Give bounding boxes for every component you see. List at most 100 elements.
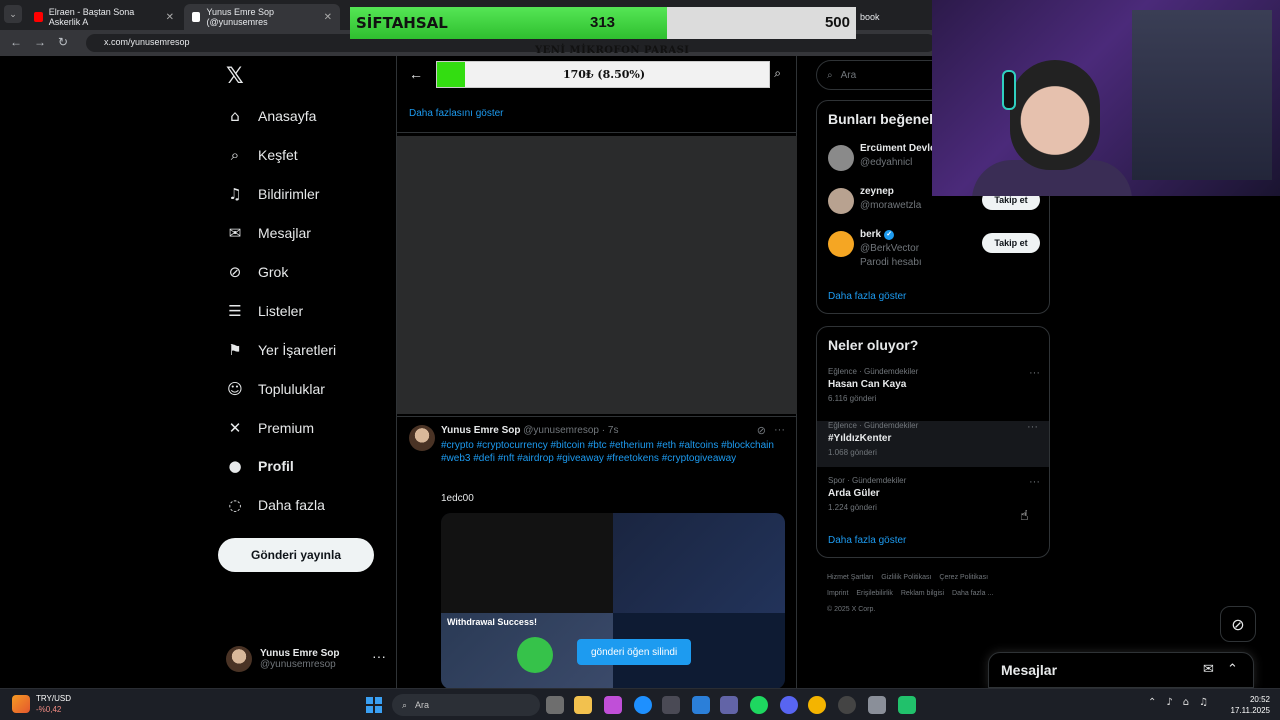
close-tab-icon[interactable]: ✕ <box>166 12 174 23</box>
nav-item-premium[interactable]: ✕ Premium <box>226 416 314 440</box>
nav-label: Grok <box>258 264 289 280</box>
store-icon[interactable] <box>662 696 680 714</box>
volume-icon[interactable]: ♫ <box>1199 697 1208 708</box>
trend-item[interactable]: Eğlence · Gündemdekiler #YıldızKenter 1.… <box>817 421 1049 467</box>
trend-item[interactable]: Eğlence · Gündemdekiler Hasan Can Kaya 6… <box>828 367 1040 413</box>
new-message-icon[interactable]: ✉ <box>1203 662 1214 677</box>
whatsapp-icon[interactable] <box>898 696 916 714</box>
show-more-link[interactable]: Daha fazlasını göster <box>409 108 504 119</box>
browser-tab-facebook[interactable]: book <box>852 4 932 30</box>
nav-item-lists[interactable]: ☰ Listeler <box>226 299 303 323</box>
bell-icon: ♫ <box>228 185 242 203</box>
currency-widget-icon <box>12 695 30 713</box>
tab-title: book <box>860 12 880 22</box>
nav-item-grok[interactable]: ⊘ Grok <box>226 260 289 284</box>
search-placeholder: Ara <box>840 69 857 81</box>
nav-item-profile[interactable]: ● Profil <box>226 454 293 478</box>
post-button[interactable]: Gönderi yayınla <box>218 538 374 572</box>
trend-count: 1.224 gönderi <box>828 503 877 512</box>
close-tab-icon[interactable]: ✕ <box>324 12 332 23</box>
settings-icon[interactable] <box>868 696 886 714</box>
home-icon: ⌂ <box>230 107 240 125</box>
trend-item[interactable]: Spor · Gündemdekiler Arda Güler 1.224 gö… <box>828 476 1040 522</box>
nav-item-bookmarks[interactable]: ⚑ Yer İşaretleri <box>226 338 336 362</box>
avatar <box>226 646 252 672</box>
forward-arrow-icon[interactable]: → <box>34 35 46 49</box>
trend-count: 6.116 gönderi <box>828 394 877 403</box>
footer-link[interactable]: Imprint <box>827 590 848 597</box>
task-view-icon[interactable] <box>546 696 564 714</box>
search-icon: ⌕ <box>827 69 833 81</box>
follow-suggestion[interactable]: berk ✓ @BerkVector Parodi hesabı Takip e… <box>828 229 1040 275</box>
avatar[interactable] <box>409 425 435 451</box>
nav-label: Keşfet <box>258 147 298 163</box>
trend-title: Hasan Can Kaya <box>828 379 907 390</box>
tweet-author-handle: @yunusemresop <box>523 425 599 436</box>
image-caption: Withdrawal Success! <box>447 617 537 627</box>
footer-link[interactable]: Hizmet Şartları <box>827 574 873 581</box>
nav-item-communities[interactable]: ☺ Topluluklar <box>226 377 325 401</box>
tweet-author-name[interactable]: Yunus Emre Sop <box>441 425 520 436</box>
back-arrow-icon[interactable]: ← <box>10 35 22 49</box>
user-name-row: berk ✓ <box>860 229 895 240</box>
network-icon[interactable]: ⌂ <box>1183 697 1189 708</box>
more-dots-icon[interactable]: ··· <box>1029 367 1040 379</box>
nav-item-explore[interactable]: ⌕ Keşfet <box>226 143 298 167</box>
reload-icon[interactable]: ↻ <box>58 35 68 49</box>
clock-date: 17.11.2025 <box>1230 706 1270 715</box>
tweet-image[interactable]: Withdrawal Success! gönderi öğen silindi <box>441 513 785 689</box>
obs-icon[interactable] <box>838 696 856 714</box>
footer-link[interactable]: Erişilebilirlik <box>856 590 893 597</box>
edge-icon[interactable] <box>634 696 652 714</box>
headset-icon <box>1002 70 1016 110</box>
file-explorer-icon[interactable] <box>574 696 592 714</box>
grok-fab-icon[interactable]: ⊘ <box>1220 606 1256 642</box>
nav-item-more[interactable]: ◌ Daha fazla <box>226 493 324 517</box>
taskbar-widget[interactable]: TRY/USD -%0,42 <box>12 693 71 715</box>
tweet-hashtags[interactable]: #crypto #cryptocurrency #bitcoin #btc #e… <box>441 439 781 465</box>
windows-start-icon[interactable] <box>366 697 382 713</box>
chrome-icon[interactable] <box>808 696 826 714</box>
microphone-icon[interactable]: ♪ <box>1166 697 1172 708</box>
chevron-up-icon[interactable]: ⌃ <box>1148 697 1156 708</box>
messages-drawer[interactable]: Mesajlar ✉ ⌃ <box>988 652 1254 688</box>
footer-link[interactable]: Gizlilik Politikası <box>881 574 931 581</box>
nav-label: Anasayfa <box>258 108 317 124</box>
follow-button[interactable]: Takip et <box>982 233 1040 253</box>
mail-app-icon[interactable] <box>692 696 710 714</box>
avatar <box>828 188 854 214</box>
nav-label: Premium <box>258 420 315 436</box>
more-dots-icon[interactable]: ··· <box>774 424 785 437</box>
tab-list-chevron-icon[interactable]: ⌄ <box>4 5 22 23</box>
taskbar-clock[interactable]: 20:52 17.11.2025 <box>1228 694 1270 716</box>
show-more-link[interactable]: Daha fazla göster <box>828 535 906 546</box>
account-switcher[interactable]: Yunus Emre Sop @yunusemresop ··· <box>226 642 386 676</box>
search-icon[interactable]: ⌕ <box>774 66 781 81</box>
tweet[interactable]: Yunus Emre Sop @yunusemresop · 7s ⊘ ··· … <box>397 416 797 689</box>
footer-link[interactable]: Reklam bilgisi <box>901 590 944 597</box>
more-dots-icon[interactable]: ··· <box>1027 421 1038 433</box>
nav-item-home[interactable]: ⌂ Anasayfa <box>226 104 316 128</box>
browser-tab-x-profile[interactable]: Yunus Emre Sop (@yunusemres ✕ <box>184 4 340 30</box>
nav-item-notifications[interactable]: ♫ Bildirimler <box>226 182 319 206</box>
show-more-link[interactable]: Daha fazla göster <box>828 291 906 302</box>
spotify-icon[interactable] <box>750 696 768 714</box>
taskbar-search-input[interactable]: ⌕ Ara <box>392 694 540 716</box>
chevron-up-icon[interactable]: ⌃ <box>1227 662 1238 677</box>
copilot-icon[interactable] <box>604 696 622 714</box>
hashtags-line[interactable]: #crypto #cryptocurrency #bitcoin #btc #e… <box>441 439 781 452</box>
more-dots-icon[interactable]: ··· <box>372 648 386 664</box>
footer-link[interactable]: Daha fazla ... <box>952 590 993 597</box>
x-logo-icon[interactable]: 𝕏 <box>226 64 244 89</box>
trends-panel: Neler oluyor? Eğlence · Gündemdekiler Ha… <box>816 326 1050 558</box>
hashtags-line[interactable]: #web3 #defi #nft #airdrop #giveaway #fre… <box>441 452 781 465</box>
nav-item-messages[interactable]: ✉ Mesajlar <box>226 221 311 245</box>
footer-link[interactable]: Çerez Politikası <box>939 574 988 581</box>
media-placeholder <box>397 136 797 414</box>
browser-tab-youtube[interactable]: Elraen - Baştan Sona Askerlik A ✕ <box>26 4 182 30</box>
grok-icon[interactable]: ⊘ <box>757 424 766 437</box>
back-arrow-icon[interactable]: ← <box>409 66 423 82</box>
more-dots-icon[interactable]: ··· <box>1029 476 1040 488</box>
discord-icon[interactable] <box>780 696 798 714</box>
teams-icon[interactable] <box>720 696 738 714</box>
